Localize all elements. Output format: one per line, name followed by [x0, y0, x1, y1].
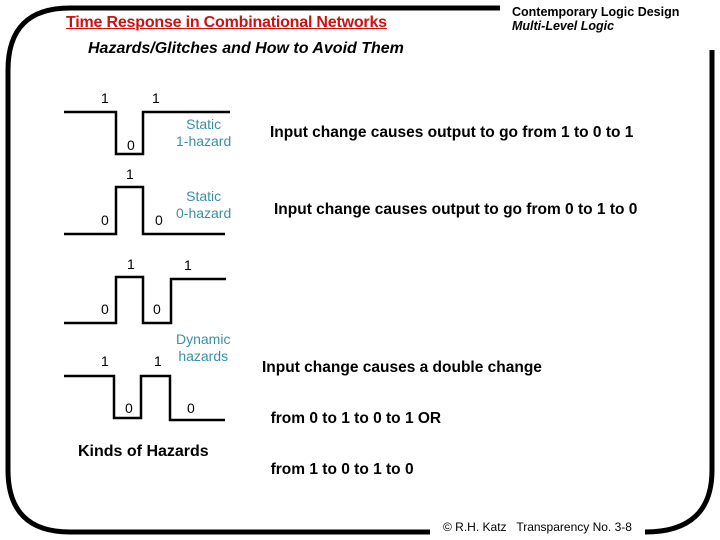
description-line: from 1 to 0 to 1 to 0: [262, 461, 414, 478]
hazard-label-line: 1-hazard: [176, 133, 232, 149]
transparency-number: Transparency No. 3-8: [516, 520, 632, 534]
description-static-1: Input change causes output to go from 1 …: [270, 124, 634, 141]
page-subtitle: Hazards/Glitches and How to Avoid Them: [88, 40, 404, 57]
description-line: Input change causes a double change: [262, 359, 542, 376]
level-label: 0: [101, 301, 109, 317]
hazard-label-dynamic: Dynamic hazards: [176, 331, 230, 365]
hazard-label-line: hazards: [178, 348, 229, 364]
hazard-label-line: Dynamic: [176, 331, 231, 347]
copyright: © R.H. Katz: [443, 520, 507, 534]
level-label: 0: [101, 212, 109, 228]
level-label: 1: [152, 90, 160, 106]
level-label: 0: [153, 301, 161, 317]
course-topic: Multi-Level Logic: [512, 19, 615, 33]
waveform-dynamic-rising: [64, 275, 226, 325]
figure-caption: Kinds of Hazards: [78, 443, 209, 460]
level-label: 0: [155, 212, 163, 228]
level-label: 1: [184, 257, 192, 273]
level-label: 0: [187, 400, 195, 416]
hazard-label-line: 0-hazard: [176, 205, 232, 221]
course-name: Contemporary Logic Design: [512, 5, 680, 19]
frame-border-right: [644, 50, 715, 535]
description-static-0: Input change causes output to go from 0 …: [274, 201, 638, 218]
hazard-label-static-0: Static 0-hazard: [176, 188, 231, 222]
waveform-dynamic-falling: [64, 374, 225, 422]
description-line: from 0 to 1 to 0 to 1 OR: [262, 410, 442, 427]
hazard-label-static-1: Static 1-hazard: [176, 116, 231, 150]
level-label: 1: [127, 256, 135, 272]
footer: © R.H. Katz Transparency No. 3-8: [440, 520, 635, 534]
hazard-label-line: Static: [186, 116, 222, 132]
level-label: 1: [101, 90, 109, 106]
page-title: Time Response in Combinational Networks: [66, 14, 387, 31]
level-label: 1: [101, 353, 109, 369]
level-label: 1: [126, 166, 134, 182]
level-label: 1: [154, 353, 162, 369]
description-dynamic: Input change causes a double change from…: [262, 325, 542, 495]
hazard-label-line: Static: [186, 188, 222, 204]
level-label: 0: [125, 400, 133, 416]
level-label: 0: [127, 137, 135, 153]
